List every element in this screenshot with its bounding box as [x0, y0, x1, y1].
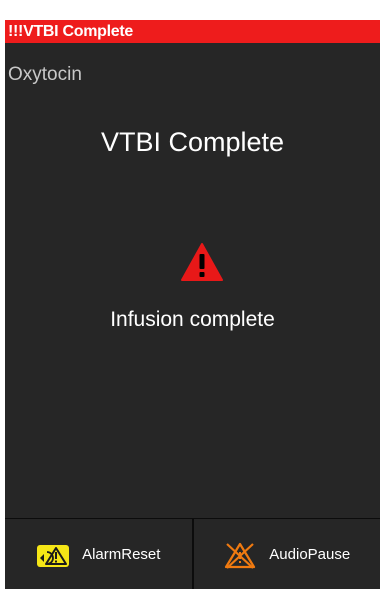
alarm-reset-label: AlarmReset — [82, 546, 161, 563]
warning-triangle-icon — [181, 243, 223, 281]
alarm-reset-button[interactable]: AlarmReset — [5, 519, 192, 589]
alarm-message: Infusion complete — [110, 308, 275, 331]
audio-pause-button[interactable]: AudioPause — [191, 519, 381, 589]
audio-pause-icon — [225, 542, 256, 569]
drug-name-label: Oxytocin — [8, 64, 82, 85]
audio-pause-label: AudioPause — [269, 546, 351, 563]
alarm-reset-icon — [37, 544, 70, 567]
softkey-bar: AlarmReset AudioPause — [5, 518, 380, 589]
alarm-banner[interactable]: !!!VTBI Complete — [5, 20, 380, 43]
screen-title: VTBI Complete — [100, 127, 285, 157]
pump-display: !!!VTBI Complete Oxytocin VTBI Complete … — [5, 20, 380, 589]
